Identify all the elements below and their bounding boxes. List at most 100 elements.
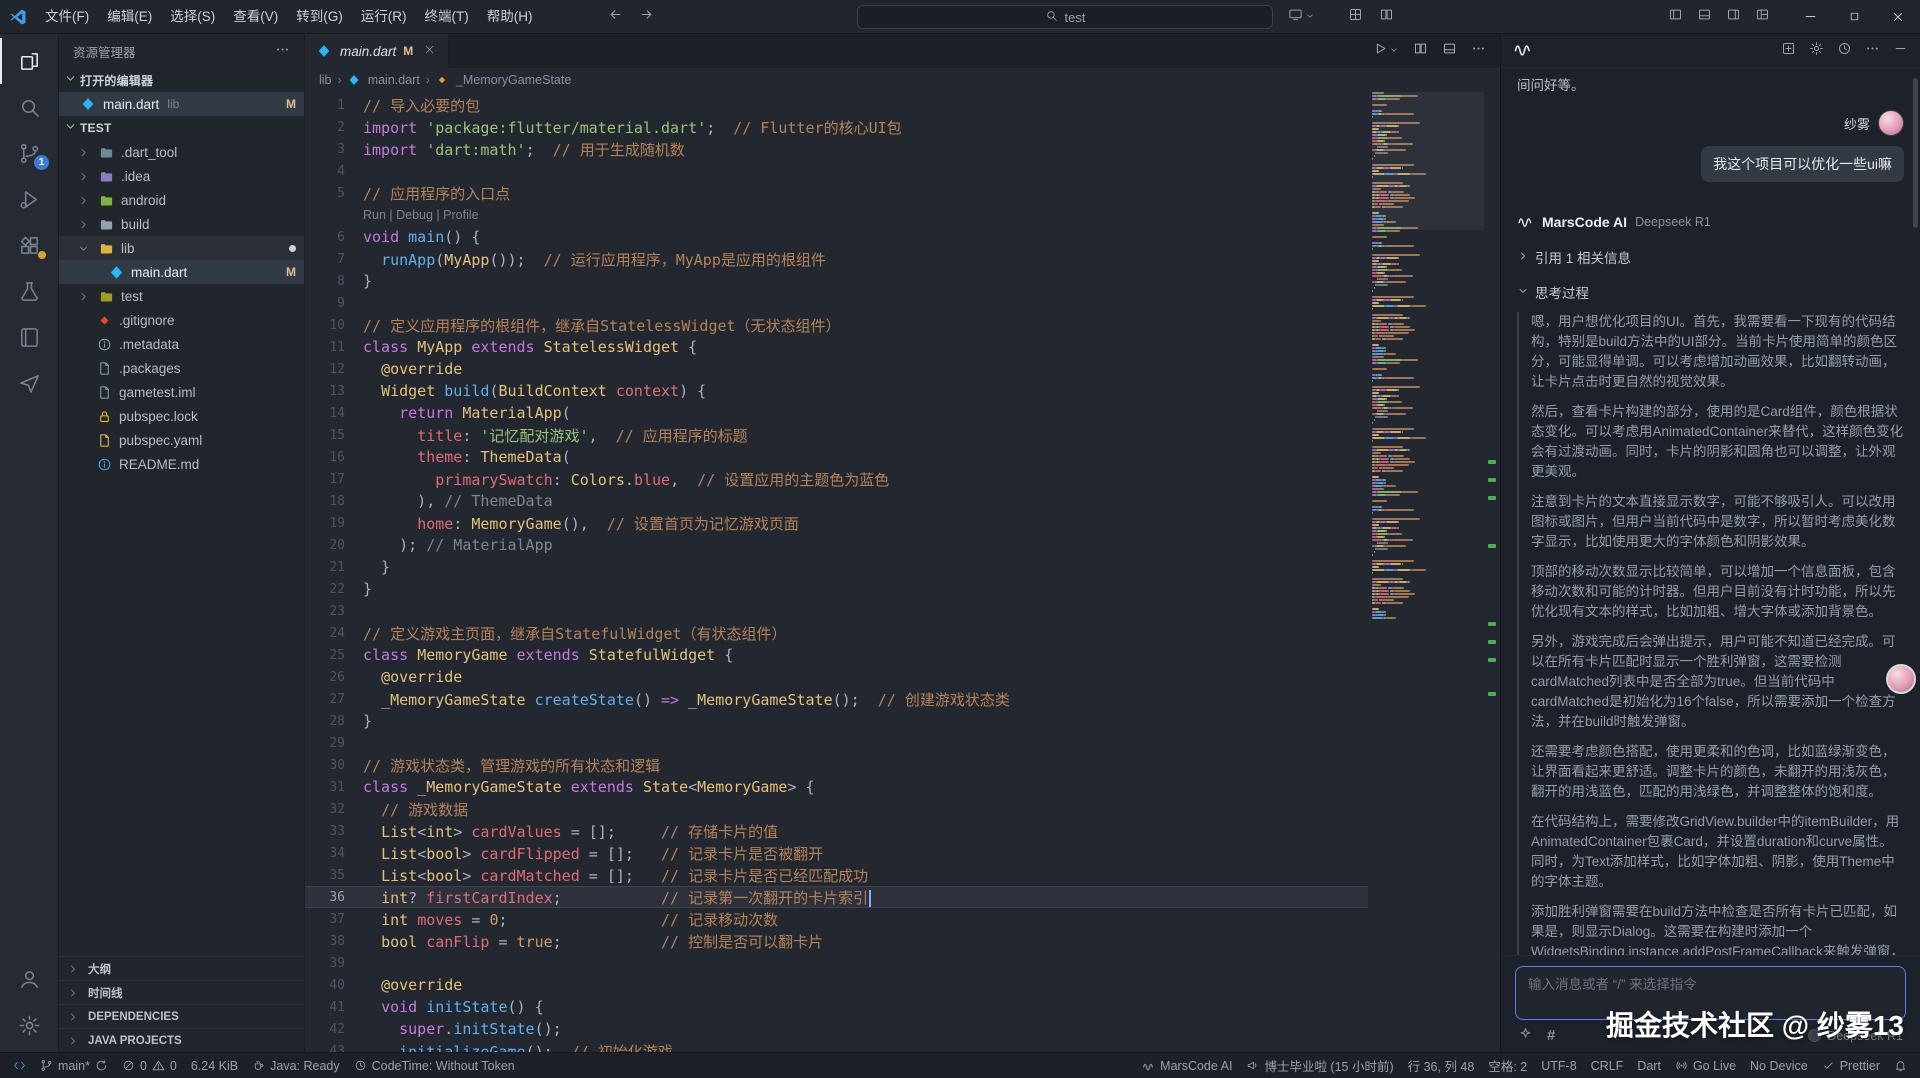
status-device[interactable]: No Device [1743, 1053, 1815, 1078]
codelens[interactable]: Run | Debug | Profile [305, 204, 1368, 226]
menu-item[interactable]: 查看(V) [224, 0, 287, 33]
reference-toggle[interactable]: 引用 1 相关信息 [1517, 247, 1904, 267]
tree-item-.packages[interactable]: .packages [59, 356, 304, 380]
code-line-34[interactable]: 34 List<bool> cardFlipped = []; // 记录卡片是… [305, 842, 1368, 864]
code-line-38[interactable]: 38 bool canFlip = true; // 控制是否可以翻卡片 [305, 930, 1368, 952]
code-line-23[interactable]: 23 [305, 600, 1368, 622]
status-language-mode[interactable]: Dart [1630, 1053, 1668, 1078]
status-indentation[interactable]: 空格: 2 [1481, 1053, 1534, 1078]
activity-run-and-debug-icon[interactable] [0, 176, 58, 222]
user-avatar[interactable] [1878, 110, 1904, 136]
code-line-31[interactable]: 31class _MemoryGameState extends State<M… [305, 776, 1368, 798]
code-editor[interactable]: 1// 导入必要的包2import 'package:flutter/mater… [305, 92, 1500, 1052]
layout-grid-icon[interactable] [1348, 7, 1363, 27]
status-prettier[interactable]: Prettier [1815, 1053, 1887, 1078]
close-button[interactable] [1876, 0, 1920, 34]
status-codetime[interactable]: CodeTime: Without Token [347, 1053, 522, 1078]
menu-item[interactable]: 文件(F) [36, 0, 98, 33]
status-remote-indicator[interactable] [6, 1053, 33, 1078]
menu-item[interactable]: 编辑(E) [98, 0, 161, 33]
status-git-branch[interactable]: main* [33, 1053, 115, 1078]
scre-cast-selector[interactable] [1288, 0, 1315, 34]
code-line-35[interactable]: 35 List<bool> cardMatched = []; // 记录卡片是… [305, 864, 1368, 886]
code-line-18[interactable]: 18 ), // ThemeData [305, 490, 1368, 512]
tree-item-.gitignore[interactable]: .gitignore [59, 308, 304, 332]
breadcrumb-item[interactable]: _MemoryGameState [436, 73, 571, 87]
settings-gear-icon[interactable] [1809, 41, 1824, 61]
code-line-25[interactable]: 25class MemoryGame extends StatefulWidge… [305, 644, 1368, 666]
activity-source-control-icon[interactable]: 1 [0, 130, 58, 176]
minimize-button[interactable] [1788, 0, 1832, 34]
code-line-36[interactable]: 36 int? firstCardIndex; // 记录第一次翻开的卡片索引 [305, 886, 1368, 908]
menu-item[interactable]: 选择(S) [161, 0, 224, 33]
editor-layout-icon[interactable] [1442, 41, 1457, 61]
activity-settings-icon[interactable] [0, 1002, 58, 1048]
code-line-37[interactable]: 37 int moves = 0; // 记录移动次数 [305, 908, 1368, 930]
overview-ruler[interactable] [1484, 92, 1500, 1052]
floating-avatar[interactable] [1886, 664, 1916, 694]
code-line-43[interactable]: 43 initializeGame(); // 初始化游戏 [305, 1040, 1368, 1052]
status-notifications[interactable] [1887, 1053, 1914, 1078]
section-大纲[interactable]: 大纲 [59, 956, 304, 980]
minimap-viewport[interactable] [1372, 92, 1484, 230]
tab-main-dart[interactable]: main.dart M [305, 34, 449, 68]
status-problems[interactable]: 00 [115, 1053, 184, 1078]
collapse-icon[interactable] [1893, 41, 1908, 61]
code-line-20[interactable]: 20 ); // MaterialApp [305, 534, 1368, 556]
layout-toggle-icon[interactable] [1755, 7, 1770, 27]
activity-extensions-icon[interactable] [0, 222, 58, 268]
project-section-header[interactable]: TEST [59, 116, 304, 140]
minimap[interactable] [1372, 92, 1484, 1052]
code-line-21[interactable]: 21 } [305, 556, 1368, 578]
code-line-16[interactable]: 16 theme: ThemeData( [305, 446, 1368, 468]
code-line-1[interactable]: 1// 导入必要的包 [305, 94, 1368, 116]
code-line-27[interactable]: 27 _MemoryGameState createState() => _Me… [305, 688, 1368, 710]
code-line-12[interactable]: 12 @override [305, 358, 1368, 380]
code-line-13[interactable]: 13 Widget build(BuildContext context) { [305, 380, 1368, 402]
split-editor-icon[interactable] [1413, 41, 1428, 61]
tree-item-.darttool[interactable]: .dart_tool [59, 140, 304, 164]
history-icon[interactable] [1837, 41, 1852, 61]
code-line-5[interactable]: 5// 应用程序的入口点 [305, 182, 1368, 204]
status-go-live[interactable]: Go Live [1668, 1053, 1743, 1078]
tree-item-.idea[interactable]: .idea [59, 164, 304, 188]
tree-item-pubspec.lock[interactable]: pubspec.lock [59, 404, 304, 428]
status-encoding[interactable]: UTF-8 [1534, 1053, 1583, 1078]
code-line-8[interactable]: 8} [305, 270, 1368, 292]
activity-ai-assistant-icon[interactable] [0, 360, 58, 406]
tree-item-gametest.iml[interactable]: gametest.iml [59, 380, 304, 404]
menu-item[interactable]: 运行(R) [352, 0, 416, 33]
status-blog-notice[interactable]: 博士毕业啦 (15 小时前) [1239, 1053, 1400, 1078]
code-line-10[interactable]: 10// 定义应用程序的根组件，继承自StatelessWidget（无状态组件… [305, 314, 1368, 336]
more-icon[interactable] [1865, 41, 1880, 61]
forward-icon[interactable] [639, 7, 654, 27]
panel-bottom-toggle-icon[interactable] [1697, 7, 1712, 27]
tree-item-pubspec.yaml[interactable]: pubspec.yaml [59, 428, 304, 452]
thinking-toggle[interactable]: 思考过程 [1517, 282, 1904, 302]
code-line-28[interactable]: 28} [305, 710, 1368, 732]
activity-docs-icon[interactable] [0, 314, 58, 360]
back-icon[interactable] [608, 7, 623, 27]
code-line-39[interactable]: 39 [305, 952, 1368, 974]
code-line-7[interactable]: 7 runApp(MyApp()); // 运行应用程序，MyApp是应用的根组… [305, 248, 1368, 270]
code-line-6[interactable]: 6void main() { [305, 226, 1368, 248]
code-line-29[interactable]: 29 [305, 732, 1368, 754]
tree-item-README.md[interactable]: README.md [59, 452, 304, 476]
code-line-3[interactable]: 3import 'dart:math'; // 用于生成随机数 [305, 138, 1368, 160]
tree-item-lib[interactable]: lib [59, 236, 304, 260]
tree-item-android[interactable]: android [59, 188, 304, 212]
open-editors-header[interactable]: 打开的编辑器 [59, 68, 304, 92]
status-java-status[interactable]: Java: Ready [245, 1053, 346, 1078]
more-actions-icon[interactable] [1471, 41, 1486, 61]
activity-explorer-icon[interactable] [0, 38, 58, 84]
code-line-4[interactable]: 4 [305, 160, 1368, 182]
tree-item-build[interactable]: build [59, 212, 304, 236]
new-chat-icon[interactable] [1781, 41, 1796, 61]
activity-testing-icon[interactable] [0, 268, 58, 314]
skills-icon[interactable] [1518, 1026, 1533, 1046]
code-line-41[interactable]: 41 void initState() { [305, 996, 1368, 1018]
status-file-size[interactable]: 6.24 KiB [184, 1053, 245, 1078]
chat-scrollbar[interactable] [1913, 78, 1918, 228]
status-marscode-status[interactable]: MarsCode AI [1135, 1053, 1239, 1078]
code-line-2[interactable]: 2import 'package:flutter/material.dart';… [305, 116, 1368, 138]
